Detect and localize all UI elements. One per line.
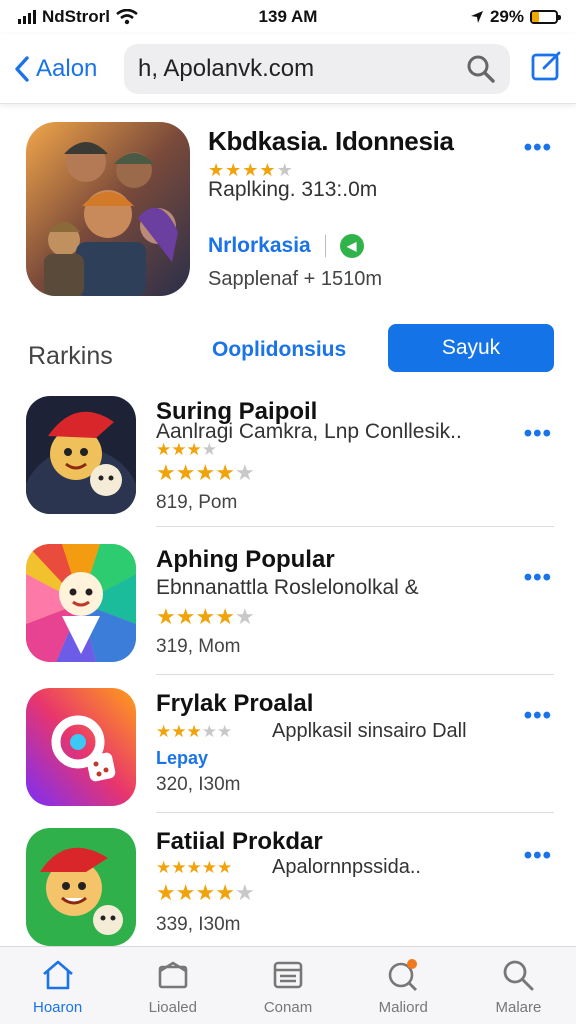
star-rating: ★★★★★ [156, 460, 255, 485]
featured-rank: Raplking. 313:.0m [208, 178, 378, 201]
section-title: Rarkins [28, 342, 113, 370]
clock: 139 AM [258, 7, 318, 26]
more-options-button[interactable]: ••• [524, 564, 552, 592]
featured-app-title: Kbdkasia. Idonnesia [208, 126, 454, 156]
divider [156, 526, 554, 527]
star-rating: ★★★★★ [156, 858, 233, 877]
tab-search[interactable]: Malare [461, 947, 576, 1024]
app-subtitle: Applkasil sinsairo Dall [272, 720, 467, 742]
app-icon [26, 688, 136, 806]
star-rating: ★★★★ [156, 440, 217, 459]
primary-action-button[interactable]: Sayuk [388, 324, 554, 372]
notification-icon [388, 959, 418, 991]
more-options-button[interactable]: ••• [524, 702, 552, 730]
list-item[interactable]: Aphing Popular Ebnnanattla Roslelonolkal… [0, 544, 576, 675]
home-icon [42, 960, 73, 990]
app-size: 319, Mom [156, 636, 241, 657]
list-item[interactable]: Frylak Proalal ★★★★★ Applkasil sinsairo … [0, 688, 576, 813]
featured-app-icon [26, 122, 190, 296]
compose-button[interactable] [530, 50, 562, 87]
games-icon [273, 961, 303, 989]
app-size: 320, I30m [156, 774, 241, 795]
app-icon [26, 396, 136, 514]
list-item[interactable]: Fatiial Prokdar ★★★★★ Apalornnpssida.. ★… [0, 828, 576, 948]
divider [324, 235, 326, 257]
battery-icon [530, 10, 561, 24]
more-options-button[interactable]: ••• [524, 842, 552, 870]
app-subtitle: Apalornnpssida.. [272, 856, 421, 878]
search-icon[interactable] [466, 54, 496, 84]
more-options-button[interactable]: ••• [524, 134, 552, 162]
status-bar: NdStrorl 139 AM 29% [0, 0, 576, 34]
search-input[interactable]: h, Apolanvk.com [124, 43, 510, 94]
tab-label: Lioaled [148, 999, 197, 1016]
divider [156, 674, 554, 675]
rankings-header: Rarkins Ooplidonsius Sayuk [0, 324, 576, 374]
app-subtitle: Ebnnanattla Roslelonolkal & [156, 576, 419, 599]
carrier-label: NdStrorl [42, 7, 110, 26]
search-value: h, Apolanvk.com [138, 54, 315, 82]
app-title: Frylak Proalal [156, 690, 314, 717]
app-link[interactable]: Lepay [156, 748, 208, 769]
tab-label: Hoaron [33, 999, 83, 1016]
star-rating: ★★★★★ [156, 604, 255, 629]
wifi-icon [116, 9, 138, 25]
compose-icon [531, 51, 561, 81]
star-rating: ★★★★★ [156, 722, 233, 741]
back-label: Aalon [36, 54, 98, 82]
divider [156, 812, 554, 813]
updates-icon [158, 961, 188, 989]
developer-link[interactable]: Nrlorkasia [208, 234, 311, 258]
tab-updates[interactable]: Lioaled [115, 947, 230, 1024]
tab-bar: Hoaron Lioaled Conam Maliord Malare [0, 946, 576, 1024]
tab-category[interactable]: Ooplidonsius [212, 338, 346, 362]
featured-app[interactable]: Kbdkasia. Idonnesia ★★★★★ Raplking. 313:… [0, 122, 576, 302]
search-icon [504, 960, 534, 991]
tab-label: Malare [495, 999, 542, 1016]
back-button[interactable]: Aalon [14, 55, 124, 83]
tab-label: Conam [263, 999, 313, 1016]
app-title: Aphing Popular [156, 546, 335, 573]
app-icon [26, 828, 136, 946]
featured-size: Sapplenaf + 1510m [208, 268, 383, 290]
tab-home[interactable]: Hoaron [0, 947, 115, 1024]
battery-percent: 29% [489, 7, 524, 26]
tab-label: Maliord [378, 999, 428, 1016]
app-title: Fatiial Prokdar [156, 828, 323, 855]
more-options-button[interactable]: ••• [524, 420, 552, 448]
chevron-left-icon [15, 55, 29, 82]
navigation-bar: Aalon h, Apolanvk.com [0, 34, 576, 104]
verified-badge-icon: ◀ [339, 234, 364, 258]
tab-notifications[interactable]: Maliord [346, 947, 461, 1024]
list-item[interactable]: Suring Paipoil Aanlragi Camkra, Lnp Conl… [0, 396, 576, 527]
app-icon [26, 544, 136, 662]
signal-icon [18, 10, 36, 24]
app-size: 819, Pom [156, 492, 238, 513]
location-icon [470, 11, 483, 23]
tab-games[interactable]: Conam [230, 947, 345, 1024]
app-size: 339, I30m [156, 914, 241, 935]
star-rating: ★★★★★ [156, 880, 255, 905]
